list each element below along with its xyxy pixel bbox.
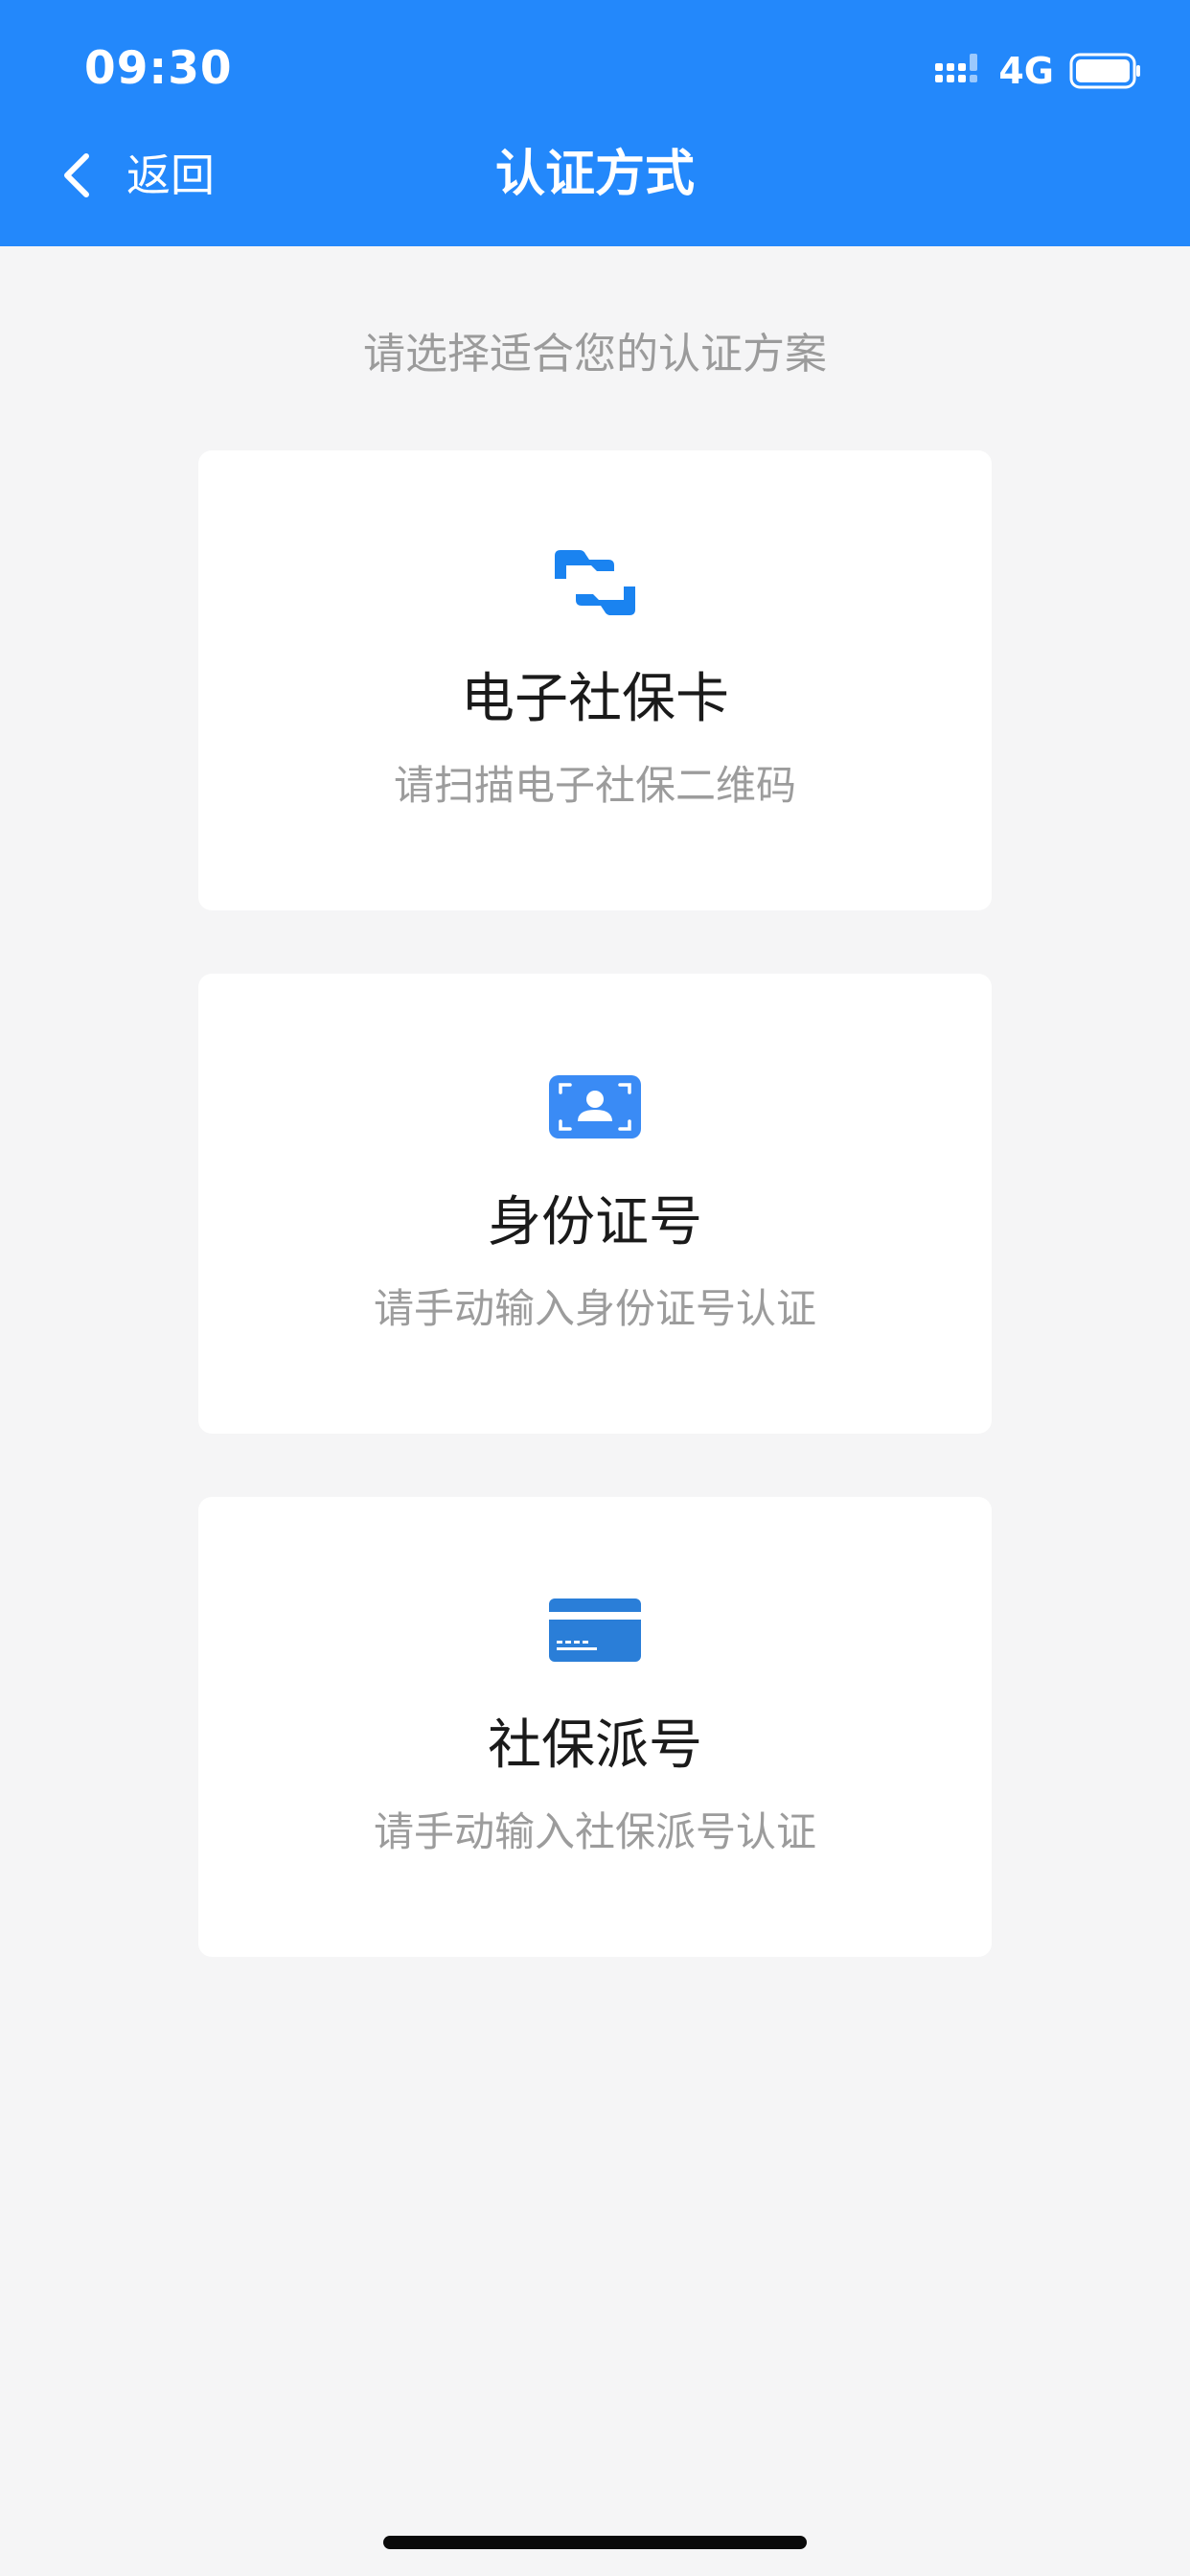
qr-scan-icon	[547, 535, 643, 631]
page-subtitle: 请选择适合您的认证方案	[363, 330, 827, 379]
home-indicator[interactable]	[383, 2536, 807, 2549]
option-card-social-number[interactable]: 社保派号 请手动输入社保派号认证	[198, 1497, 992, 1957]
signal-icon	[935, 54, 978, 82]
option-title: 社保派号	[488, 1714, 702, 1777]
bank-card-icon	[547, 1581, 643, 1677]
app-header: 09:30 4G 返回 认证方式	[0, 0, 1190, 246]
option-card-id-number[interactable]: 身份证号 请手动输入身份证号认证	[198, 974, 992, 1434]
status-indicators: 4G	[935, 50, 1142, 92]
page-title: 认证方式	[494, 146, 695, 203]
id-card-icon	[547, 1058, 643, 1154]
network-type: 4G	[998, 50, 1054, 92]
option-title: 身份证号	[488, 1191, 702, 1254]
option-description: 请手动输入身份证号认证	[373, 1285, 816, 1332]
option-description: 请扫描电子社保二维码	[393, 762, 796, 809]
option-title: 电子社保卡	[461, 668, 729, 730]
option-card-esocial[interactable]: 电子社保卡 请扫描电子社保二维码	[198, 450, 992, 910]
battery-icon	[1069, 53, 1140, 89]
status-time: 09:30	[84, 42, 233, 95]
option-description: 请手动输入社保派号认证	[373, 1808, 816, 1855]
